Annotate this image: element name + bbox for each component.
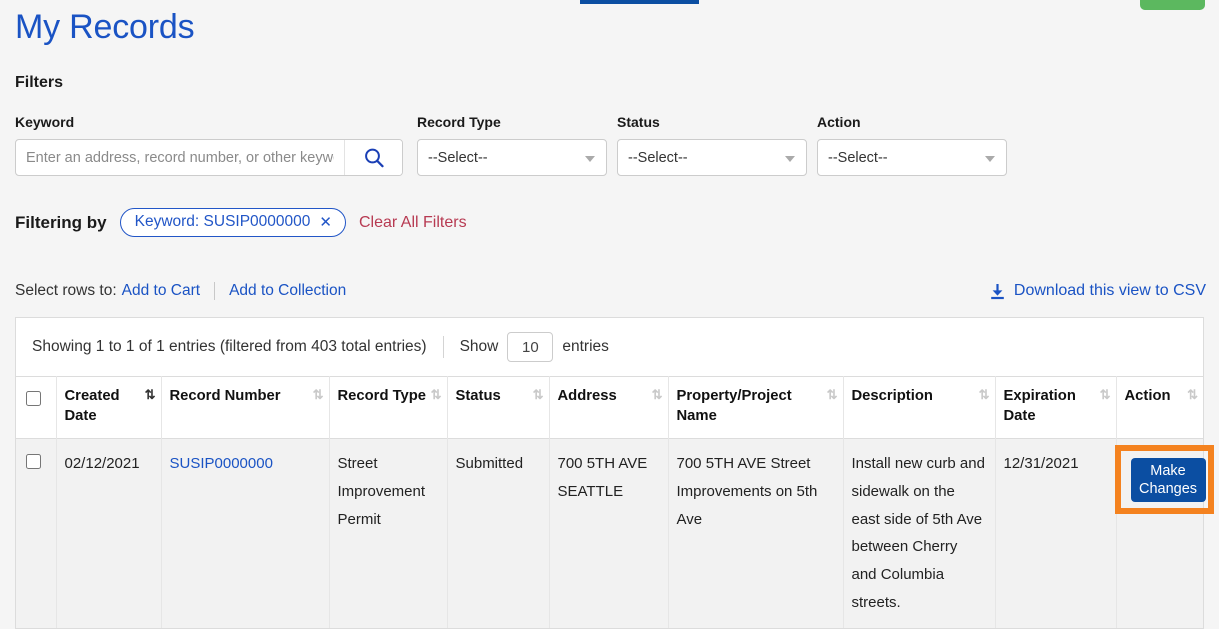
column-label: Description bbox=[852, 388, 933, 404]
column-label: Property/Project Name bbox=[677, 388, 792, 424]
chevron-down-icon bbox=[985, 156, 995, 162]
column-header-property-project-name[interactable]: Property/Project Name ⇅ bbox=[668, 377, 843, 439]
column-header-description[interactable]: Description ⇅ bbox=[843, 377, 995, 439]
select-rows-prefix: Select rows to: bbox=[15, 282, 117, 300]
status-filter-group: Status --Select-- bbox=[617, 114, 807, 176]
clear-all-filters-link[interactable]: Clear All Filters bbox=[359, 214, 467, 232]
top-green-action-button[interactable] bbox=[1140, 0, 1205, 10]
cell-record-number: SUSIP0000000 bbox=[161, 439, 329, 628]
select-all-checkbox[interactable] bbox=[26, 391, 41, 406]
cell-property-project-name: 700 5TH AVE Street Improvements on 5th A… bbox=[668, 439, 843, 628]
record-type-select[interactable]: --Select-- bbox=[417, 139, 607, 176]
select-rows-bar: Select rows to: Add to Cart Add to Colle… bbox=[15, 282, 346, 300]
divider bbox=[214, 282, 215, 300]
entries-per-page-input[interactable] bbox=[507, 332, 553, 362]
column-header-address[interactable]: Address ⇅ bbox=[549, 377, 668, 439]
sort-icon[interactable]: ⇅ bbox=[533, 388, 543, 401]
filters-heading: Filters bbox=[15, 74, 63, 92]
row-select-cell bbox=[16, 439, 56, 628]
search-input[interactable] bbox=[16, 140, 344, 175]
column-header-record-type[interactable]: Record Type ⇅ bbox=[329, 377, 447, 439]
entries-summary-bar: Showing 1 to 1 of 1 entries (filtered fr… bbox=[16, 318, 1203, 376]
download-csv-label: Download this view to CSV bbox=[1014, 282, 1206, 300]
keyword-filter-group: Keyword bbox=[15, 114, 403, 176]
cell-status: Submitted bbox=[447, 439, 549, 628]
column-header-action[interactable]: Action ⇅ bbox=[1116, 377, 1203, 439]
column-label: Expiration Date bbox=[1004, 388, 1076, 424]
chevron-down-icon bbox=[785, 156, 795, 162]
chevron-down-icon bbox=[585, 156, 595, 162]
column-header-expiration-date[interactable]: Expiration Date ⇅ bbox=[995, 377, 1116, 439]
filtering-by-label: Filtering by bbox=[15, 213, 107, 233]
sort-icon[interactable]: ⇅ bbox=[1100, 388, 1110, 401]
showing-entries-text: Showing 1 to 1 of 1 entries (filtered fr… bbox=[32, 338, 427, 356]
action-label: Action bbox=[817, 114, 1007, 130]
column-label: Record Number bbox=[170, 388, 281, 404]
select-all-header bbox=[16, 377, 56, 439]
cell-expiration-date: 12/31/2021 bbox=[995, 439, 1116, 628]
cell-created-date: 02/12/2021 bbox=[56, 439, 161, 628]
row-select-checkbox[interactable] bbox=[26, 454, 41, 469]
record-type-value: --Select-- bbox=[428, 150, 488, 166]
close-icon[interactable]: ✕ bbox=[319, 215, 332, 230]
status-select[interactable]: --Select-- bbox=[617, 139, 807, 176]
show-label: Show bbox=[460, 338, 499, 356]
records-table: Created Date ⇅ Record Number ⇅ Record Ty… bbox=[16, 376, 1203, 628]
add-to-cart-link[interactable]: Add to Cart bbox=[122, 282, 200, 300]
column-header-record-number[interactable]: Record Number ⇅ bbox=[161, 377, 329, 439]
page-title: My Records bbox=[15, 8, 194, 47]
sort-icon[interactable]: ⇅ bbox=[431, 388, 441, 401]
action-value: --Select-- bbox=[828, 150, 888, 166]
column-label: Status bbox=[456, 388, 501, 404]
search-button[interactable] bbox=[344, 140, 402, 175]
top-nav-active-indicator bbox=[580, 0, 699, 4]
record-type-label: Record Type bbox=[417, 114, 607, 130]
cell-action: Make Changes bbox=[1116, 439, 1203, 628]
column-label: Action bbox=[1125, 388, 1171, 404]
sort-icon[interactable]: ⇅ bbox=[652, 388, 662, 401]
status-label: Status bbox=[617, 114, 807, 130]
entries-label: entries bbox=[562, 338, 609, 356]
table-header-row: Created Date ⇅ Record Number ⇅ Record Ty… bbox=[16, 377, 1203, 439]
divider bbox=[443, 336, 444, 358]
table-row: 02/12/2021 SUSIP0000000 Street Improveme… bbox=[16, 439, 1203, 628]
column-header-created-date[interactable]: Created Date ⇅ bbox=[56, 377, 161, 439]
sort-icon[interactable]: ⇅ bbox=[1187, 388, 1197, 401]
my-records-page: My Records Filters Keyword Record Type -… bbox=[0, 0, 1219, 625]
action-filter-group: Action --Select-- bbox=[817, 114, 1007, 176]
sort-icon[interactable]: ⇅ bbox=[145, 388, 155, 401]
column-label: Address bbox=[558, 388, 617, 404]
records-table-panel: Showing 1 to 1 of 1 entries (filtered fr… bbox=[15, 317, 1204, 629]
filter-chip-keyword[interactable]: Keyword: SUSIP0000000 ✕ bbox=[120, 208, 346, 237]
add-to-collection-link[interactable]: Add to Collection bbox=[229, 282, 346, 300]
action-select[interactable]: --Select-- bbox=[817, 139, 1007, 176]
download-csv-link[interactable]: Download this view to CSV bbox=[989, 282, 1206, 300]
column-label: Record Type bbox=[338, 388, 427, 404]
filter-chip-label: Keyword: SUSIP0000000 bbox=[135, 213, 311, 231]
cell-address: 700 5TH AVE SEATTLE bbox=[549, 439, 668, 628]
column-header-status[interactable]: Status ⇅ bbox=[447, 377, 549, 439]
sort-icon[interactable]: ⇅ bbox=[979, 388, 989, 401]
filtering-by-row: Filtering by Keyword: SUSIP0000000 ✕ Cle… bbox=[15, 208, 467, 237]
status-value: --Select-- bbox=[628, 150, 688, 166]
column-label: Created Date bbox=[65, 388, 120, 424]
sort-icon[interactable]: ⇅ bbox=[827, 388, 837, 401]
sort-icon[interactable]: ⇅ bbox=[313, 388, 323, 401]
record-type-filter-group: Record Type --Select-- bbox=[417, 114, 607, 176]
keyword-search-box bbox=[15, 139, 403, 176]
make-changes-button[interactable]: Make Changes bbox=[1131, 458, 1206, 502]
cell-description: Install new curb and sidewalk on the eas… bbox=[843, 439, 995, 628]
keyword-label: Keyword bbox=[15, 114, 403, 130]
cell-record-type: Street Improvement Permit bbox=[329, 439, 447, 628]
record-number-link[interactable]: SUSIP0000000 bbox=[170, 455, 273, 472]
search-icon bbox=[363, 147, 385, 169]
download-icon bbox=[989, 283, 1006, 300]
